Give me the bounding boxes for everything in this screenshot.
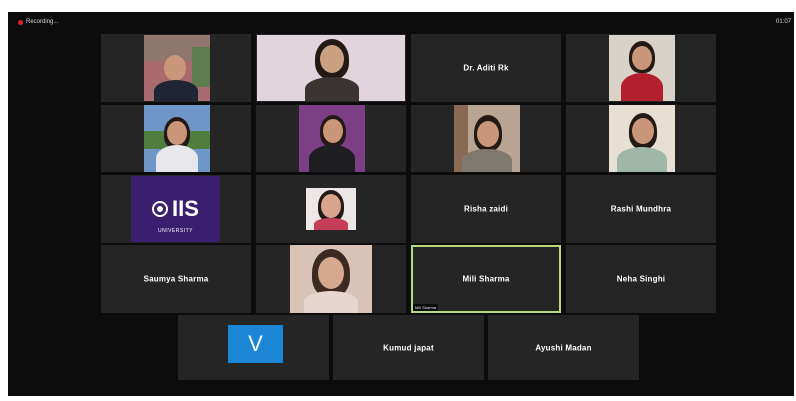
participant-tile-rashi-mundhra[interactable]: Rashi Mundhra: [566, 175, 716, 243]
participant-name: Ayushi Madan: [535, 343, 592, 352]
participant-name: Kumud japat: [383, 343, 434, 352]
participant-video: [290, 245, 372, 313]
participant-video: [454, 105, 520, 172]
participant-tile-saumya-sharma[interactable]: Saumya Sharma: [101, 245, 251, 313]
participant-name: Saumya Sharma: [143, 274, 209, 284]
participant-name: Mili Sharma: [462, 274, 510, 284]
participant-tile-video-5[interactable]: [101, 105, 251, 172]
participant-tile-video-14[interactable]: [256, 245, 406, 313]
avatar: V: [228, 325, 283, 363]
participant-tile-risha-zaidi[interactable]: Risha zaidi: [411, 175, 561, 243]
participant-name-tag: Mili Sharma: [413, 304, 439, 311]
logo-subtitle: UNIVERSITY: [157, 228, 193, 234]
participant-tile-video-7[interactable]: [411, 105, 561, 172]
meeting-window: Recording... 01:07 Dr. Aditi Rk IIS UNIV…: [8, 12, 794, 396]
participant-tile-dr-aditi-rk[interactable]: Dr. Aditi Rk: [411, 34, 561, 102]
participant-photo: [306, 188, 356, 230]
recording-label: Recording...: [26, 19, 59, 25]
participant-video: [144, 105, 210, 172]
participant-tile-mili-sharma[interactable]: Mili Sharma Mili Sharma: [411, 245, 561, 313]
participant-tile-kumud-japat[interactable]: Kumud japat: [333, 315, 484, 380]
participant-tile-video-6[interactable]: [256, 105, 406, 172]
participant-tile-video-8[interactable]: [566, 105, 716, 172]
recording-indicator[interactable]: Recording...: [18, 19, 58, 25]
participant-video: [257, 35, 405, 101]
participant-tile-video-2[interactable]: [256, 34, 406, 102]
logo-text: IIS: [172, 196, 199, 221]
meeting-clock: 01:07: [775, 19, 791, 25]
participant-video: [609, 35, 675, 101]
participant-video: [609, 105, 675, 172]
iis-university-logo: IIS UNIVERSITY: [131, 176, 220, 242]
participant-tile-video-4[interactable]: [566, 34, 716, 102]
participant-name: Risha zaidi: [464, 204, 508, 214]
participant-tile-ayushi-madan[interactable]: Ayushi Madan: [488, 315, 639, 380]
participant-tile-photo[interactable]: [256, 175, 406, 243]
participant-tile-neha-singhi[interactable]: Neha Singhi: [566, 245, 716, 313]
participant-tile-video-1[interactable]: [101, 34, 251, 102]
participant-video: [144, 35, 210, 101]
participant-video: [299, 105, 365, 172]
participant-tile-v[interactable]: V: [178, 315, 329, 380]
record-dot-icon: [18, 19, 23, 25]
participant-name: Neha Singhi: [616, 274, 666, 284]
participant-tile-iis-university[interactable]: IIS UNIVERSITY: [101, 175, 251, 243]
emblem-icon: [152, 201, 169, 217]
participant-name: Dr. Aditi Rk: [463, 63, 509, 73]
participant-name: Rashi Mundhra: [610, 204, 672, 214]
